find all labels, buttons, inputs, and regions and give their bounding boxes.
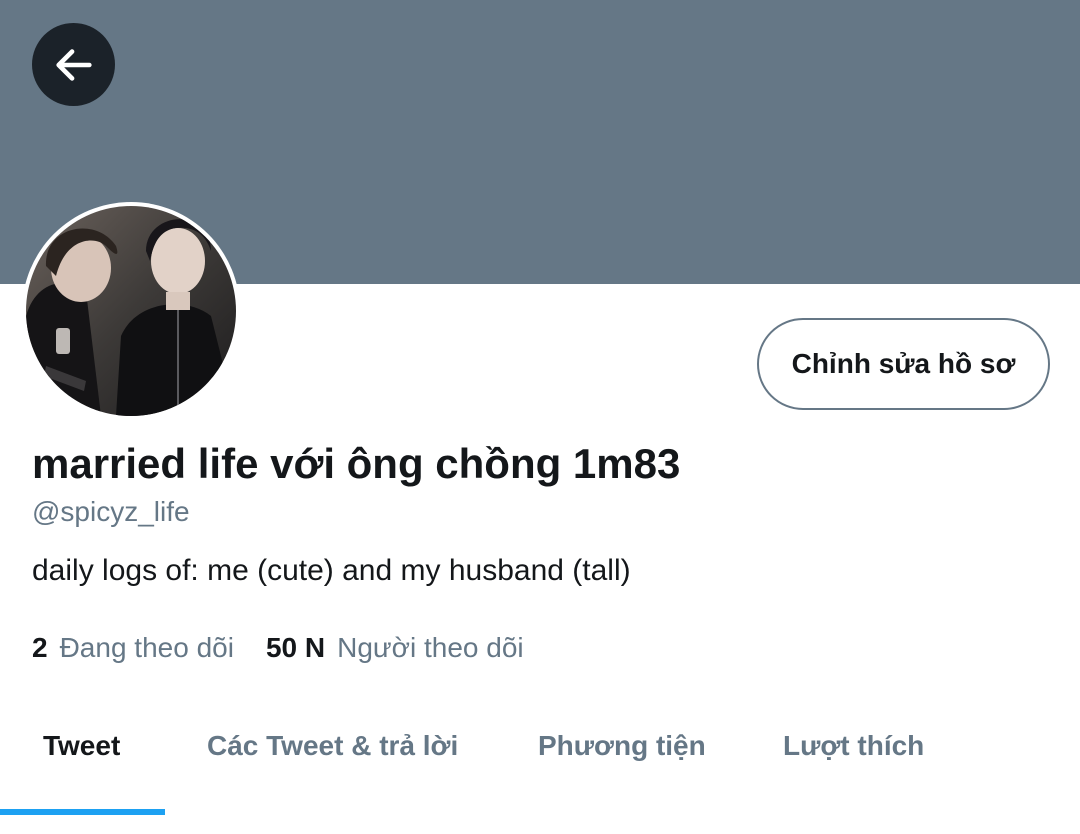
edit-profile-button[interactable]: Chỉnh sửa hồ sơ (757, 318, 1050, 410)
profile-stats: 2 Đang theo dõi 50 N Người theo dõi (32, 632, 524, 664)
following-count: 2 (32, 632, 48, 663)
active-tab-indicator (0, 809, 165, 815)
profile-screen: Chỉnh sửa hồ sơ married life với ông chồ… (0, 0, 1080, 834)
profile-bio: daily logs of: me (cute) and my husband … (32, 554, 631, 587)
followers-count: 50 N (265, 632, 326, 663)
followers-stat[interactable]: 50 N Người theo dõi (266, 632, 524, 664)
avatar[interactable] (22, 202, 240, 420)
profile-display-name: married life với ông chồng 1m83 (32, 440, 681, 487)
followers-label: Người theo dõi (337, 632, 524, 663)
profile-handle: @spicyz_life (32, 496, 190, 527)
arrow-left-icon (55, 48, 92, 81)
tab-likes[interactable]: Lượt thích (783, 730, 924, 762)
tab-tweets[interactable]: Tweet (43, 730, 120, 762)
profile-tabs: Tweet Các Tweet & trả lời Phương tiện Lư… (0, 700, 1080, 834)
following-label: Đang theo dõi (59, 632, 234, 663)
avatar-image (26, 206, 236, 416)
following-stat[interactable]: 2 Đang theo dõi (32, 632, 234, 664)
back-button[interactable] (32, 23, 115, 106)
tab-media[interactable]: Phương tiện (538, 730, 706, 762)
tab-tweets-and-replies[interactable]: Các Tweet & trả lời (207, 730, 458, 762)
